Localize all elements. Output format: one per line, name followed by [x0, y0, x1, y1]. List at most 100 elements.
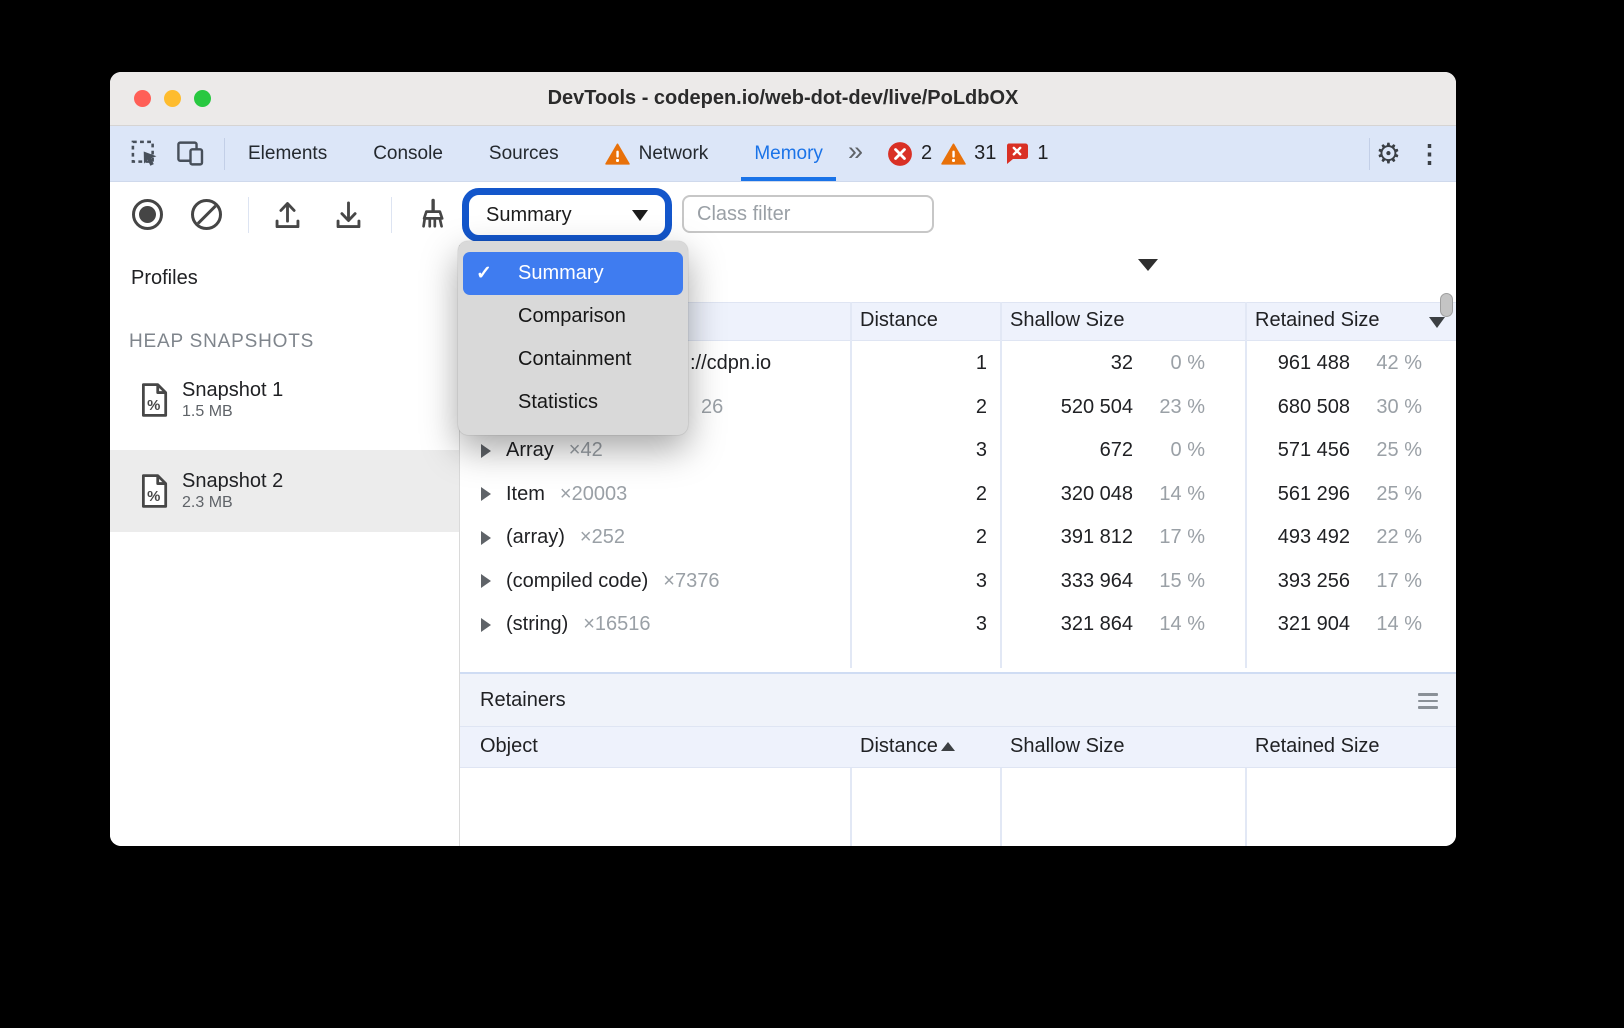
- constructor-name: (string): [506, 613, 568, 636]
- device-toolbar-icon[interactable]: [172, 126, 208, 181]
- shallow-size-percent: 0 %: [1133, 352, 1205, 375]
- tab-memory-label: Memory: [754, 143, 823, 165]
- issues-icon: [1005, 142, 1029, 165]
- clear-profiles-icon[interactable]: [191, 199, 222, 230]
- more-tabs-icon[interactable]: »: [846, 136, 871, 171]
- snapshot-item-1[interactable]: % Snapshot 1 1.5 MB: [110, 367, 459, 433]
- record-heap-snapshot-icon[interactable]: [132, 199, 163, 230]
- expand-triangle-icon[interactable]: [481, 618, 491, 632]
- retainers-column-distance[interactable]: Distance: [860, 735, 955, 758]
- minimize-window-button[interactable]: [164, 90, 181, 107]
- issues-count: 1: [1037, 142, 1048, 165]
- window-title: DevTools - codepen.io/web-dot-dev/live/P…: [110, 87, 1456, 110]
- shallow-size-cell: 391 812: [1061, 526, 1133, 549]
- table-row[interactable]: (string)×16516 3 321 86414 % 321 90414 %: [460, 603, 1456, 647]
- network-warning-icon: [605, 143, 630, 165]
- snapshot-item-2-selected[interactable]: % Snapshot 2 2.3 MB: [110, 450, 459, 532]
- heap-snapshot-file-icon: %: [140, 383, 168, 417]
- devtools-tab-bar: Elements Console Sources Network Memory …: [110, 126, 1456, 182]
- retained-size-cell: 493 492: [1278, 526, 1350, 549]
- shallow-size-cell: 320 048: [1061, 483, 1133, 506]
- error-count: 2: [921, 142, 932, 165]
- menu-item-comparison[interactable]: Comparison: [463, 295, 683, 338]
- devtools-window: DevTools - codepen.io/web-dot-dev/live/P…: [110, 72, 1456, 846]
- retained-size-cell: 571 456: [1278, 439, 1350, 462]
- class-filter-input[interactable]: [682, 195, 934, 233]
- shallow-size-percent: 23 %: [1133, 396, 1205, 419]
- error-badge[interactable]: 2: [887, 141, 932, 167]
- shallow-size-cell: 520 504: [1061, 396, 1133, 419]
- shallow-size-percent: 15 %: [1133, 570, 1205, 593]
- inspect-element-icon[interactable]: [128, 126, 162, 181]
- menu-item-label: Statistics: [518, 391, 598, 414]
- snapshot-size: 2.3 MB: [182, 494, 283, 512]
- expand-triangle-icon[interactable]: [481, 487, 491, 501]
- column-header-shallow-size[interactable]: Shallow Size: [1010, 309, 1125, 332]
- checkmark-icon: ✓: [476, 262, 492, 285]
- retainers-column-retained-size[interactable]: Retained Size: [1255, 735, 1380, 758]
- expand-triangle-icon[interactable]: [481, 531, 491, 545]
- tab-console[interactable]: Console: [350, 126, 466, 181]
- collect-garbage-broom-icon[interactable]: [414, 197, 450, 233]
- zoom-window-button[interactable]: [194, 90, 211, 107]
- toolbar-divider-2: [391, 197, 392, 233]
- retained-size-cell: 680 508: [1278, 396, 1350, 419]
- retained-size-cell: 561 296: [1278, 483, 1350, 506]
- retained-size-cell: 961 488: [1278, 352, 1350, 375]
- heap-snapshots-section-label: HEAP SNAPSHOTS: [129, 331, 314, 353]
- svg-text:%: %: [147, 489, 160, 505]
- issues-badge[interactable]: 1: [1005, 142, 1048, 165]
- retained-size-percent: 17 %: [1350, 570, 1422, 593]
- distance-cell: 2: [850, 483, 1000, 506]
- vertical-scrollbar-thumb[interactable]: [1440, 293, 1453, 317]
- column-header-distance[interactable]: Distance: [860, 309, 938, 332]
- warning-badge[interactable]: 31: [941, 142, 996, 165]
- perspective-select[interactable]: Summary: [462, 188, 672, 242]
- distance-cell: 1: [850, 352, 1000, 375]
- menu-item-containment[interactable]: Containment: [463, 338, 683, 381]
- menu-item-label: Comparison: [518, 305, 626, 328]
- tab-elements-label: Elements: [248, 143, 327, 165]
- settings-gear-icon[interactable]: ⚙︎: [1370, 140, 1407, 168]
- retainers-section-header: Retainers: [460, 672, 1456, 726]
- tab-network[interactable]: Network: [582, 126, 732, 181]
- error-icon: [887, 141, 913, 167]
- profiles-sidebar: Profiles HEAP SNAPSHOTS % Snapshot 1 1.5…: [110, 245, 460, 846]
- dropdown-arrow-indicator-icon: [1138, 259, 1158, 271]
- expand-triangle-icon[interactable]: [481, 444, 491, 458]
- table-row[interactable]: Item×20003 2 320 04814 % 561 29625 %: [460, 473, 1456, 517]
- table-row[interactable]: (array)×252 2 391 81217 % 493 49222 %: [460, 516, 1456, 560]
- snapshot-name: Snapshot 1: [182, 379, 283, 402]
- shallow-size-percent: 14 %: [1133, 613, 1205, 636]
- tab-sources[interactable]: Sources: [466, 126, 582, 181]
- close-window-button[interactable]: [134, 90, 151, 107]
- heap-snapshot-file-icon: %: [140, 474, 168, 508]
- tab-memory[interactable]: Memory: [731, 126, 846, 181]
- constructor-name: Item: [506, 483, 545, 506]
- save-profile-icon[interactable]: [332, 198, 365, 231]
- kebab-menu-icon[interactable]: ⋮: [1407, 139, 1456, 169]
- retained-size-cell: 393 256: [1278, 570, 1350, 593]
- retained-size-percent: 42 %: [1350, 352, 1422, 375]
- expand-triangle-icon[interactable]: [481, 574, 491, 588]
- shallow-size-cell: 321 864: [1061, 613, 1133, 636]
- menu-item-summary[interactable]: ✓ Summary: [463, 252, 683, 295]
- panel-content: Profiles HEAP SNAPSHOTS % Snapshot 1 1.5…: [110, 245, 1456, 846]
- perspective-select-value: Summary: [486, 204, 572, 227]
- retainers-menu-icon[interactable]: [1418, 693, 1438, 709]
- retainers-column-object[interactable]: Object: [480, 735, 538, 758]
- load-profile-icon[interactable]: [271, 198, 304, 231]
- memory-toolbar: Summary: [110, 182, 1456, 248]
- constructor-count: ×7376: [663, 570, 719, 593]
- tab-sources-label: Sources: [489, 143, 559, 165]
- column-header-retained-size[interactable]: Retained Size: [1255, 309, 1380, 332]
- warning-count: 31: [974, 142, 996, 165]
- constructor-name: (array): [506, 526, 565, 549]
- shallow-size-cell: 672: [1100, 439, 1133, 462]
- menu-item-statistics[interactable]: Statistics: [463, 381, 683, 424]
- table-row[interactable]: Array×42 3 6720 % 571 45625 %: [460, 429, 1456, 473]
- retained-size-cell: 321 904: [1278, 613, 1350, 636]
- table-row[interactable]: (compiled code)×7376 3 333 96415 % 393 2…: [460, 560, 1456, 604]
- tab-elements[interactable]: Elements: [225, 126, 350, 181]
- retainers-column-shallow-size[interactable]: Shallow Size: [1010, 735, 1125, 758]
